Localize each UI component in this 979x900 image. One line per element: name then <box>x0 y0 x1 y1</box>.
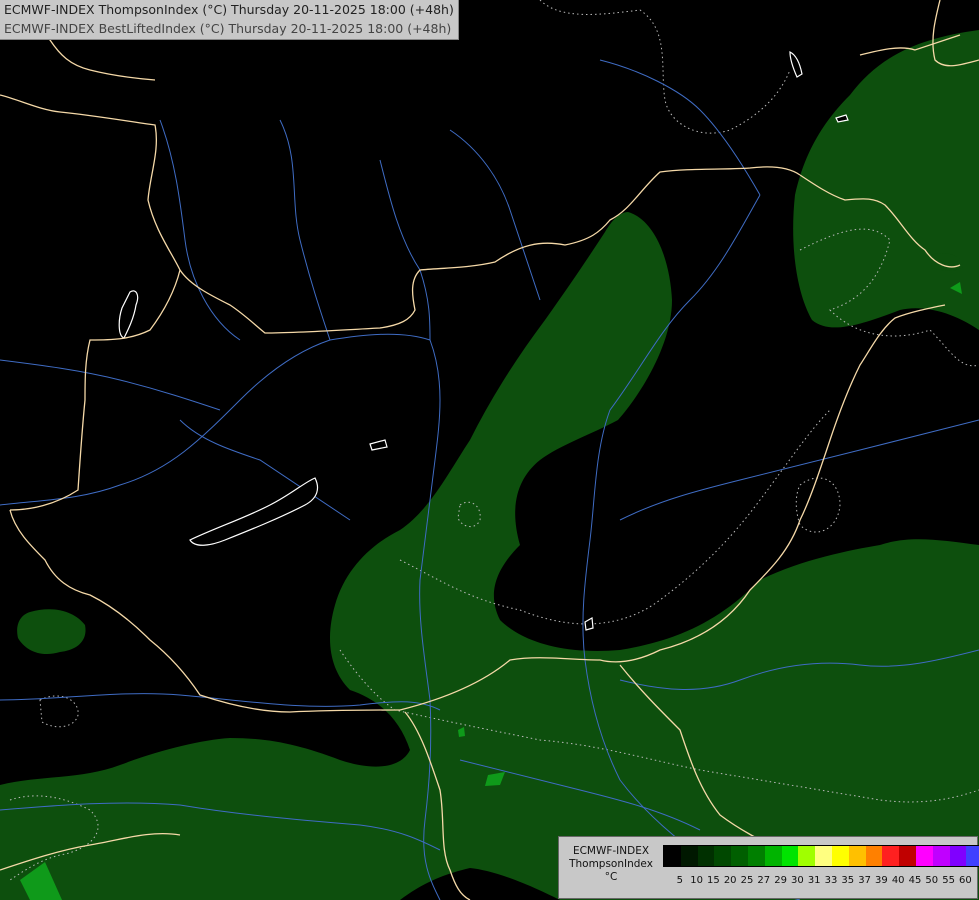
legend-tick: 5 <box>676 875 683 886</box>
legend-tick: 40 <box>891 875 905 886</box>
legend-tick: 27 <box>757 875 771 886</box>
legend-swatch-6 <box>764 846 782 866</box>
legend-tick: 30 <box>791 875 804 886</box>
legend-tick: 20 <box>723 875 737 886</box>
legend-swatch-17 <box>949 846 967 866</box>
legend-tick: 50 <box>925 875 939 886</box>
legend-tick: 37 <box>858 875 871 886</box>
color-legend: ECMWF-INDEX ThompsonIndex °C 5 10 15 20 25 27… <box>558 836 979 899</box>
legend-label: ECMWF-INDEX ThompsonIndex °C <box>563 845 659 884</box>
legend-tick: 33 <box>824 875 838 886</box>
legend-swatch-15 <box>915 846 933 866</box>
legend-swatch-9 <box>815 846 832 866</box>
title-primary: ECMWF-INDEX ThompsonIndex (°C) Thursday … <box>4 2 454 17</box>
legend-tick: 25 <box>740 875 754 886</box>
legend-tick: 45 <box>908 875 922 886</box>
legend-swatch-8 <box>798 846 816 866</box>
legend-swatch-12 <box>865 846 883 866</box>
legend-swatch-5 <box>747 846 765 866</box>
title-secondary: ECMWF-INDEX BestLiftedIndex (°C) Thursda… <box>4 21 452 36</box>
legend-tick: 29 <box>774 875 787 886</box>
legend-tick: 60 <box>959 875 972 886</box>
map-title-box: ECMWF-INDEX ThompsonIndex (°C) Thursday … <box>0 0 459 40</box>
legend-tick: 35 <box>841 875 855 886</box>
legend-swatch-2 <box>697 846 715 866</box>
legend-swatch-1 <box>680 846 698 866</box>
legend-swatch-14 <box>899 846 916 866</box>
legend-unit: °C <box>604 871 618 883</box>
legend-swatch-10 <box>831 846 849 866</box>
legend-tick: 15 <box>707 875 720 886</box>
legend-swatch-4 <box>731 846 748 866</box>
legend-swatch-13 <box>882 846 900 866</box>
legend-tick: 55 <box>942 875 955 886</box>
legend-parameter: ThompsonIndex <box>569 858 653 870</box>
legend-swatch-7 <box>781 846 799 866</box>
weather-map <box>0 0 979 900</box>
legend-tick: 10 <box>690 875 703 886</box>
legend-model: ECMWF-INDEX <box>572 845 650 857</box>
legend-color-scale <box>663 845 979 867</box>
legend-tick: 31 <box>807 875 821 886</box>
legend-swatch-0 <box>664 846 681 866</box>
legend-tick: 39 <box>875 875 888 886</box>
legend-swatch-18 <box>966 846 979 866</box>
legend-swatch-11 <box>848 846 866 866</box>
legend-swatch-16 <box>932 846 950 866</box>
legend-tick-labels: 5 10 15 20 25 27 29 30 31 33 35 37 39 40 45 50 55 60 <box>663 875 973 889</box>
legend-swatch-3 <box>714 846 732 866</box>
